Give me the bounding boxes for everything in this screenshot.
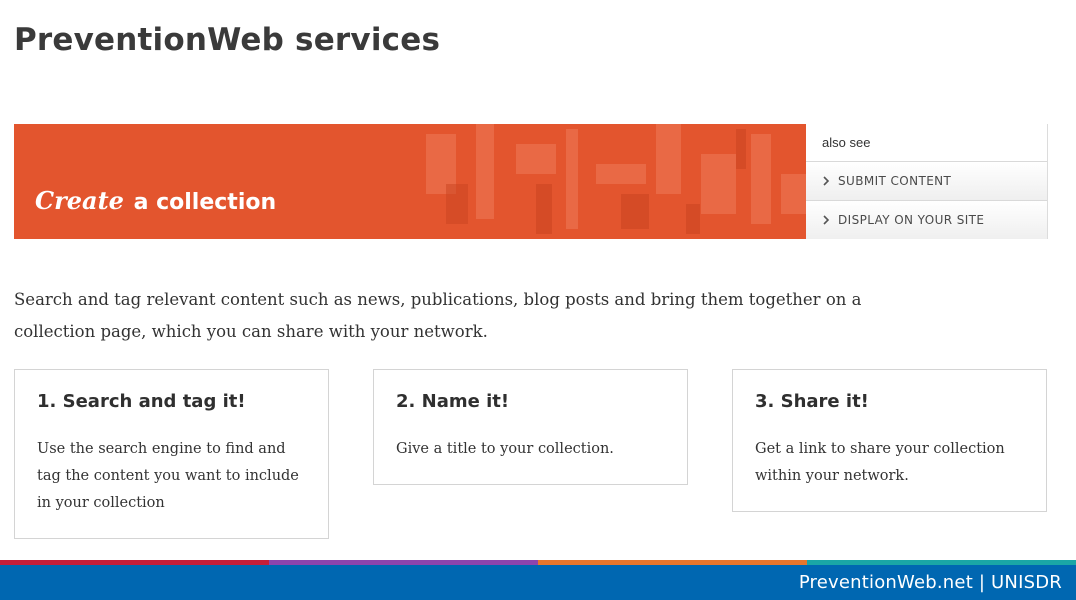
step-card-share-it: 3. Share it! Get a link to share your co… bbox=[732, 369, 1047, 512]
step-card-title: 1. Search and tag it! bbox=[37, 391, 246, 412]
intro-text: Search and tag relevant content such as … bbox=[14, 290, 862, 341]
chevron-right-icon bbox=[823, 176, 830, 186]
create-collection-banner: Create a collection bbox=[14, 124, 806, 239]
footer-text: PreventionWeb.net | UNISDR bbox=[798, 572, 1062, 593]
submit-content-link[interactable]: SUBMIT CONTENT bbox=[806, 162, 1047, 201]
step-card-title: 2. Name it! bbox=[396, 391, 510, 412]
step-card-text: Get a link to share your collection with… bbox=[755, 441, 1005, 484]
step-card-search-and-tag: 1. Search and tag it! Use the search eng… bbox=[14, 369, 329, 539]
also-see-title: also see bbox=[806, 124, 1047, 162]
step-card-title: 3. Share it! bbox=[755, 391, 869, 412]
page-title: PreventionWeb services bbox=[14, 22, 441, 58]
step-card-text: Use the search engine to find and tag th… bbox=[37, 441, 299, 511]
display-on-your-site-label: DISPLAY ON YOUR SITE bbox=[838, 212, 985, 227]
step-card-text: Give a title to your collection. bbox=[396, 441, 614, 457]
banner-heading-rest: a collection bbox=[133, 190, 277, 215]
footer-bar: PreventionWeb.net | UNISDR bbox=[0, 565, 1076, 600]
banner-texture bbox=[426, 124, 806, 234]
banner-heading-emphasis: Create bbox=[35, 186, 124, 215]
banner-heading: Create a collection bbox=[35, 186, 276, 215]
submit-content-label: SUBMIT CONTENT bbox=[838, 173, 952, 188]
step-card-name-it: 2. Name it! Give a title to your collect… bbox=[373, 369, 688, 485]
display-on-your-site-link[interactable]: DISPLAY ON YOUR SITE bbox=[806, 200, 1047, 239]
also-see-panel: also see SUBMIT CONTENT DISPLAY ON YOUR … bbox=[806, 124, 1048, 239]
chevron-right-icon bbox=[823, 215, 830, 225]
